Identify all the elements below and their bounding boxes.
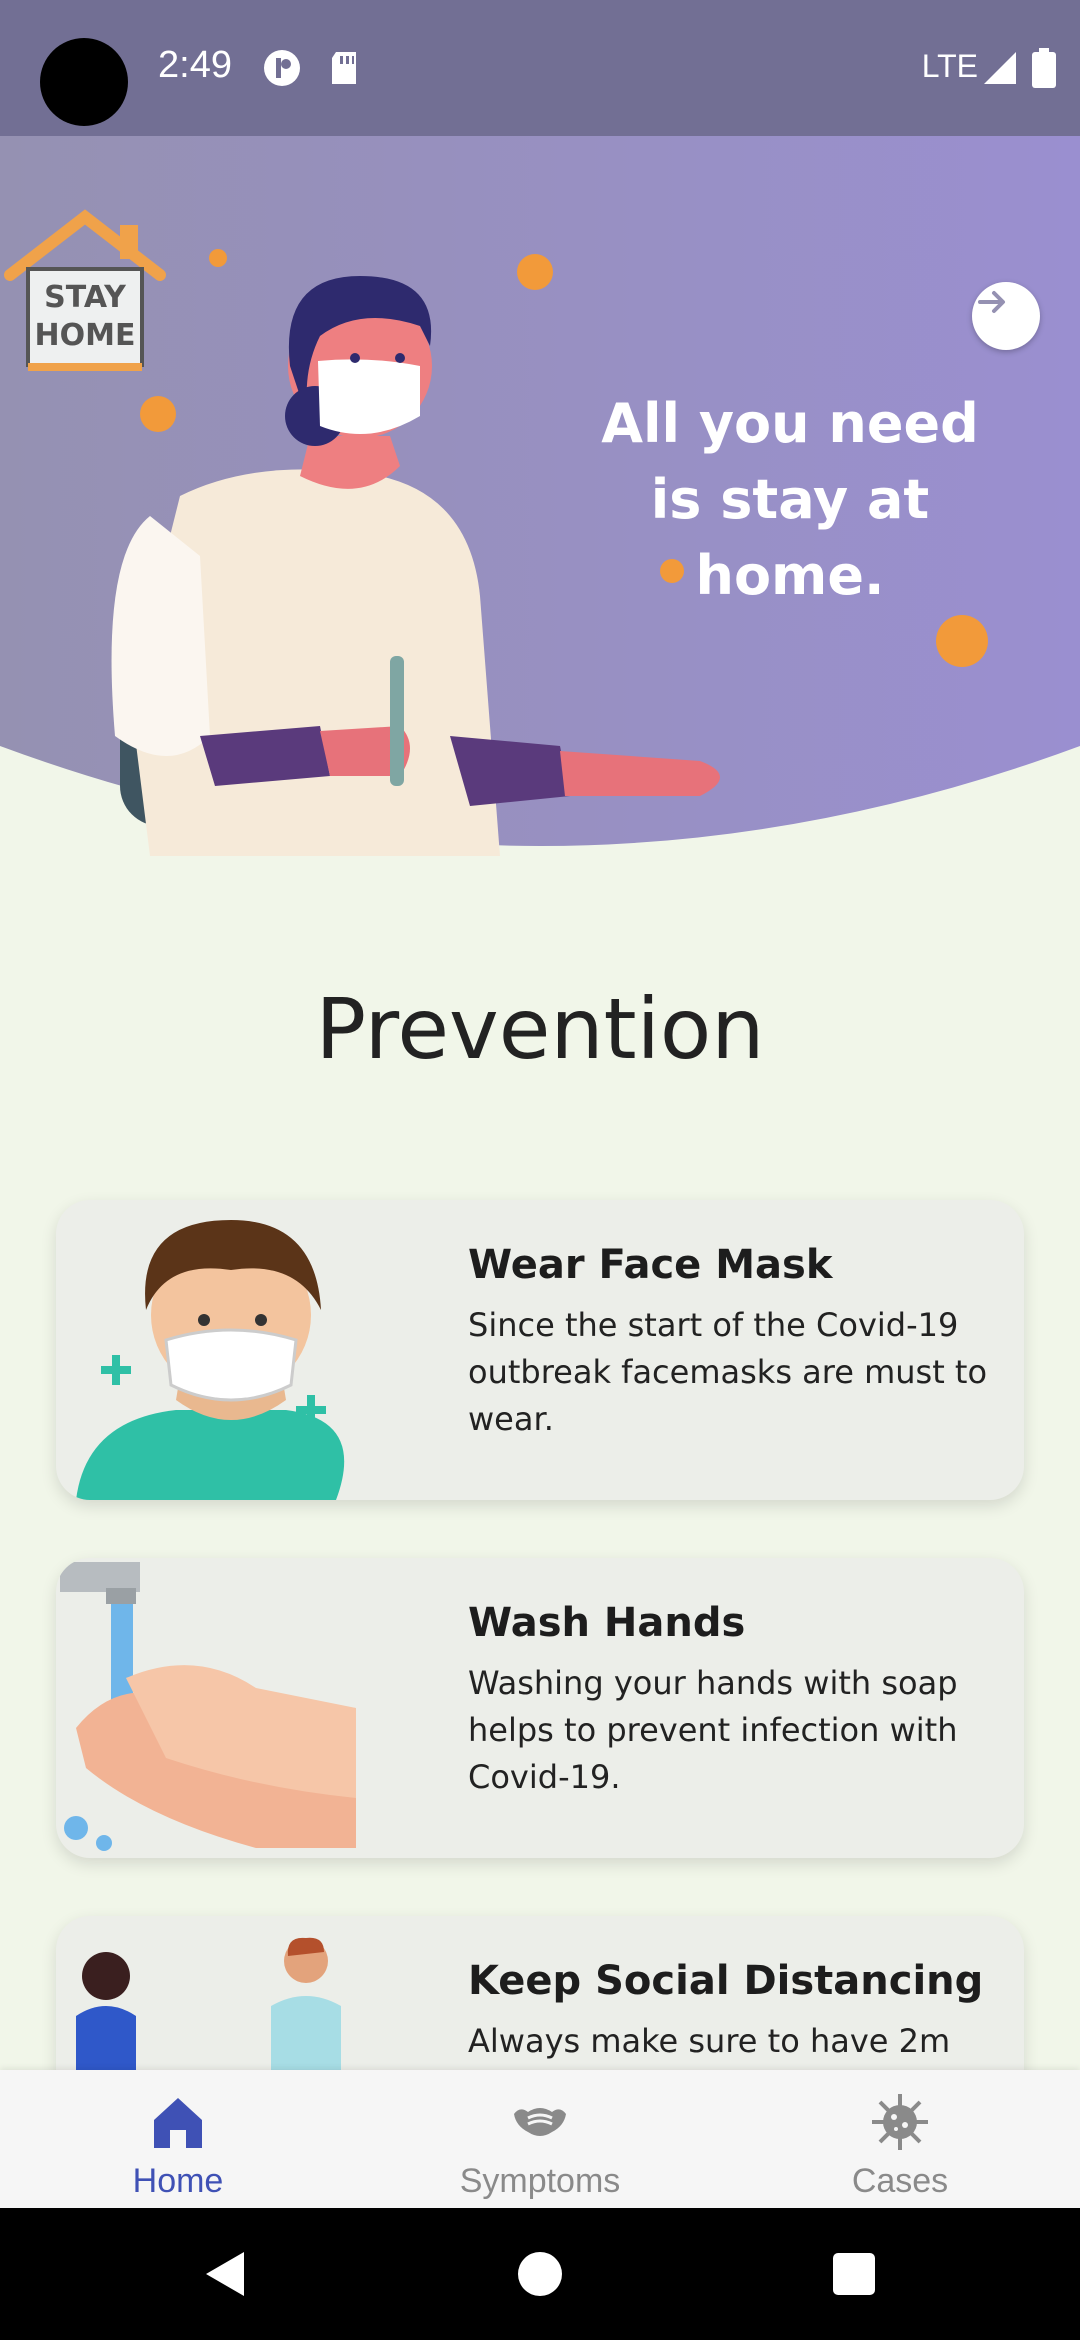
card-title: Keep Social Distancing	[468, 1958, 984, 2004]
prevention-card-wash-hands[interactable]: Wash Hands Washing your hands with soap …	[56, 1558, 1024, 1858]
prevention-card-face-mask[interactable]: Wear Face Mask Since the start of the Co…	[56, 1200, 1024, 1500]
recents-icon[interactable]	[826, 2246, 882, 2302]
svg-text:HOME: HOME	[35, 318, 136, 353]
tagline-line-1: All you need	[601, 392, 979, 455]
section-title: Prevention	[315, 980, 765, 1078]
hero-tagline: All you need is stay at home.	[560, 386, 1020, 614]
virus-icon	[872, 2094, 928, 2150]
arrow-right-icon	[978, 291, 1005, 313]
hero-banner: STAY HOME All you need is stay at home.	[0, 136, 1080, 866]
wash-hands-illustration	[60, 1562, 356, 1851]
mask-icon	[514, 2108, 566, 2136]
home-circle-icon[interactable]	[512, 2246, 568, 2302]
nav-home-label: Home	[132, 2162, 224, 2200]
face-mask-illustration	[76, 1220, 345, 1500]
nav-symptoms-label: Symptoms	[459, 2162, 621, 2200]
stay-home-logo: STAY HOME	[4, 209, 166, 371]
card-description: Always make sure to have 2m	[468, 2022, 951, 2060]
signal-icon	[984, 52, 1016, 84]
nav-symptoms[interactable]: Symptoms	[410, 2080, 670, 2200]
card-text: Wash Hands Washing your hands with soap …	[468, 1600, 988, 1801]
status-bar: 2:49 LTE	[0, 0, 1080, 136]
status-time: 2:49	[158, 44, 232, 86]
battery-icon	[1032, 48, 1056, 88]
nav-cases[interactable]: Cases	[770, 2080, 1030, 2200]
tagline-line-2: is stay at home.	[650, 468, 930, 607]
network-type: LTE	[921, 48, 978, 84]
card-text: Keep Social Distancing Always make sure …	[468, 1958, 988, 2065]
card-title: Wear Face Mask	[468, 1242, 833, 1288]
back-icon[interactable]	[198, 2246, 254, 2302]
card-description: Since the start of the Covid-19 outbreak…	[468, 1306, 988, 1438]
card-title: Wash Hands	[468, 1600, 746, 1646]
nav-cases-label: Cases	[851, 2162, 949, 2200]
home-icon	[154, 2098, 202, 2148]
sd-card-icon	[332, 52, 356, 84]
notification-icon	[264, 50, 300, 86]
bottom-navigation: Home Symptoms Cases	[0, 2070, 1080, 2208]
camera-cutout	[40, 38, 128, 126]
nav-home[interactable]: Home	[48, 2080, 308, 2200]
card-text: Wear Face Mask Since the start of the Co…	[468, 1242, 988, 1443]
card-description: Washing your hands with soap helps to pr…	[468, 1664, 958, 1796]
svg-text:STAY: STAY	[44, 280, 127, 315]
system-navigation-bar	[0, 2208, 1080, 2340]
next-button[interactable]	[972, 282, 1040, 350]
